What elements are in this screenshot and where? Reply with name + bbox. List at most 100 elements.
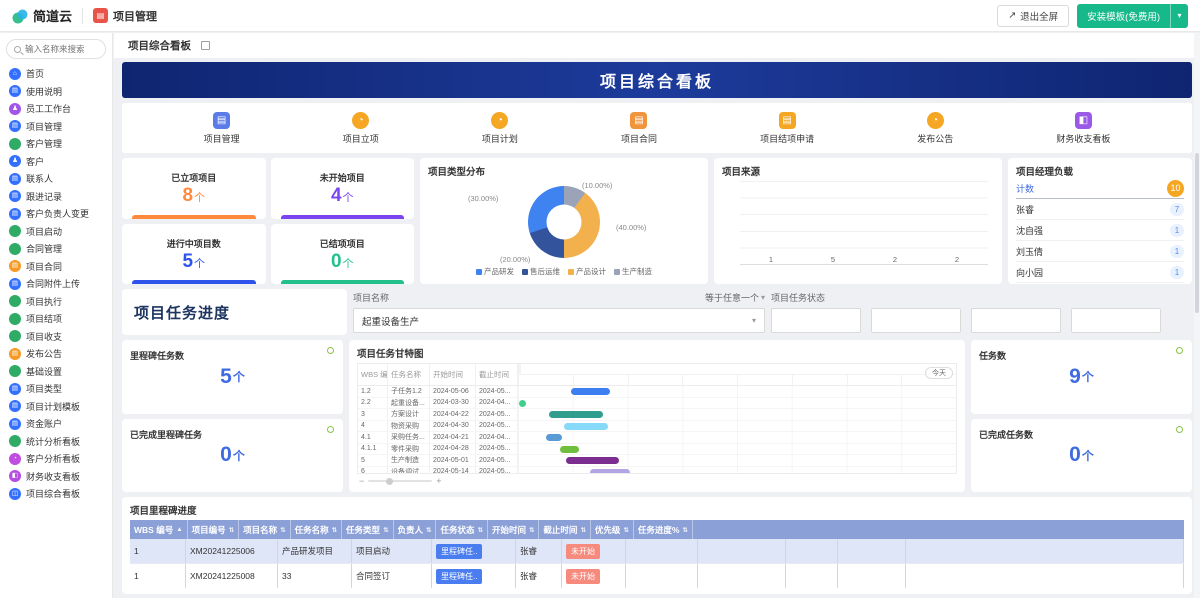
gantt-col-header[interactable]: 截止时间 xyxy=(476,364,518,385)
sort-icon[interactable]: ⇅ xyxy=(426,526,431,534)
gantt-bar[interactable] xyxy=(570,388,610,395)
install-template-button[interactable]: 安装模板(免费用) xyxy=(1077,3,1170,28)
table-column-header[interactable]: 优先级 ⇅ xyxy=(591,520,634,539)
table-column-header[interactable]: WBS 编号 ▲ xyxy=(130,520,188,539)
operator-dropdown[interactable]: 等于任意一个 ▾ xyxy=(705,291,765,304)
search-input[interactable] xyxy=(25,44,98,54)
gantt-row[interactable]: 6 设备调试 2024-05-14 2024-05... xyxy=(358,466,956,473)
project-name-select[interactable]: 起重设备生产 ▾ xyxy=(353,308,765,333)
quick-link[interactable]: ◔ 项目计划 xyxy=(482,111,518,145)
sidebar-item[interactable]: ▤ 项目合同 xyxy=(0,258,112,276)
zoom-in-icon[interactable]: + xyxy=(436,476,441,486)
quick-link[interactable]: ◔ 项目立项 xyxy=(343,111,379,145)
table-row[interactable]: 1 XM20241225008 33 合同签订 里程碑任.. 张睿 未开始 xyxy=(130,564,1184,588)
gantt-row[interactable]: 4.1 采购任务... 2024-04-21 2024-04... xyxy=(358,432,956,444)
sidebar-item[interactable]: ▤ 项目计划模板 xyxy=(0,398,112,416)
quick-link[interactable]: ▤ 项目结项申请 xyxy=(760,111,814,145)
table-column-header[interactable]: 负责人 ⇅ xyxy=(394,520,437,539)
sort-icon[interactable]: ⇅ xyxy=(383,526,388,534)
quick-link[interactable]: ▤ 项目管理 xyxy=(204,111,240,145)
sidebar-item[interactable]: ▤ 项目管理 xyxy=(0,118,112,136)
gantt-zoom-slider[interactable] xyxy=(368,477,433,485)
manager-row[interactable]: 张睿 7 xyxy=(1016,199,1184,220)
fullscreen-icon[interactable] xyxy=(201,41,210,50)
gantt-col-header[interactable]: WBS 编号 xyxy=(358,364,388,385)
sidebar-item[interactable]: ◧ 财务收支看板 xyxy=(0,468,112,486)
sidebar-item[interactable]: ⌂ 首页 xyxy=(0,65,112,83)
scrollbar-thumb[interactable] xyxy=(1195,153,1199,313)
gantt-row[interactable]: 1.2 子任务1.2 2024-05-06 2024-05... xyxy=(358,386,956,398)
gantt-bar[interactable] xyxy=(559,445,580,453)
sort-icon[interactable]: ⇅ xyxy=(529,526,534,534)
sidebar-item[interactable]: ▤ 客户负责人变更 xyxy=(0,205,112,223)
status-filter-button[interactable] xyxy=(871,308,961,333)
manager-row[interactable]: 刘玉倩 1 xyxy=(1016,241,1184,262)
tab-dashboard[interactable]: 项目综合看板 xyxy=(128,38,191,53)
sidebar-item[interactable]: 项目执行 xyxy=(0,293,112,311)
sidebar-item[interactable]: 合同管理 xyxy=(0,240,112,258)
sidebar-item[interactable]: 统计分析看板 xyxy=(0,433,112,451)
gantt-row[interactable]: 4 物资采购 2024-04-30 2024-05... xyxy=(358,420,956,432)
gantt-row[interactable]: 4.1.1 零件采购 2024-04-28 2024-05... xyxy=(358,443,956,455)
gantt-col-header[interactable]: 开始时间 xyxy=(430,364,476,385)
gantt-row[interactable]: 5 生产制造 2024-05-01 2024-05... xyxy=(358,455,956,467)
gantt-bar[interactable] xyxy=(590,468,630,473)
sidebar-search[interactable] xyxy=(6,39,106,59)
exit-fullscreen-button[interactable]: ↗ 退出全屏 xyxy=(997,4,1070,27)
manager-row[interactable]: 向小园 1 xyxy=(1016,262,1184,283)
table-column-header[interactable]: 项目编号 ⇅ xyxy=(188,520,240,539)
status-filter-button[interactable] xyxy=(1071,308,1161,333)
table-row[interactable]: 1 XM20241225006 产品研发项目 项目启动 里程碑任.. 张睿 未开… xyxy=(130,539,1184,564)
gantt-row[interactable]: 2.2 起重设备... 2024-03-30 2024-04... xyxy=(358,397,956,409)
gantt-col-header[interactable]: 任务名称 xyxy=(388,364,430,385)
zoom-out-icon[interactable]: − xyxy=(359,476,364,486)
sidebar-item[interactable]: 项目收支 xyxy=(0,328,112,346)
sort-icon[interactable]: ⇅ xyxy=(332,526,337,534)
sort-icon[interactable]: ⇅ xyxy=(229,526,234,534)
sidebar-item[interactable]: ▤ 跟进记录 xyxy=(0,188,112,206)
sidebar-item[interactable]: ▤ 使用说明 xyxy=(0,83,112,101)
table-column-header[interactable]: 截止时间 ⇅ xyxy=(539,520,591,539)
sidebar-item[interactable]: ▤ 联系人 xyxy=(0,170,112,188)
gantt-bar[interactable] xyxy=(566,457,619,464)
install-template-split-button[interactable]: 安装模板(免费用) ▾ xyxy=(1077,3,1188,28)
sidebar-item[interactable]: ♟ 员工工作台 xyxy=(0,100,112,118)
manager-row[interactable]: 沈自强 1 xyxy=(1016,220,1184,241)
quick-link[interactable]: ▤ 项目合同 xyxy=(621,111,657,145)
sidebar-item[interactable]: 客户管理 xyxy=(0,135,112,153)
sidebar-item[interactable]: 项目结项 xyxy=(0,310,112,328)
sidebar-item[interactable]: ▤ 项目类型 xyxy=(0,380,112,398)
sidebar-item[interactable]: ▤ 资金账户 xyxy=(0,415,112,433)
jiandaoyun-logo[interactable]: 简道云 xyxy=(12,6,72,25)
sort-icon[interactable]: ⇅ xyxy=(623,526,628,534)
sort-icon[interactable]: ▲ xyxy=(176,526,182,533)
sidebar-item[interactable]: 基础设置 xyxy=(0,363,112,381)
sort-icon[interactable]: ⇅ xyxy=(280,526,285,534)
status-filter-button[interactable] xyxy=(771,308,861,333)
gantt-row[interactable]: 3 方案设计 2024-04-22 2024-05... xyxy=(358,409,956,421)
table-column-header[interactable]: 任务类型 ⇅ xyxy=(342,520,394,539)
sidebar-item[interactable]: ◔ 客户分析看板 xyxy=(0,450,112,468)
manager-load-header-row[interactable]: 计数 10 xyxy=(1016,178,1184,199)
table-column-header[interactable]: 任务进度% ⇅ xyxy=(634,520,693,539)
quick-link[interactable]: ◔ 发布公告 xyxy=(917,111,953,145)
sidebar-item[interactable]: ▤ 合同附件上传 xyxy=(0,275,112,293)
gantt-bar[interactable] xyxy=(548,411,604,418)
sidebar-item[interactable]: ♟ 客户 xyxy=(0,153,112,171)
slider-knob[interactable] xyxy=(386,477,394,485)
table-column-header[interactable]: 项目名称 ⇅ xyxy=(239,520,291,539)
gantt-bar[interactable] xyxy=(546,434,562,441)
gantt-bar[interactable] xyxy=(563,422,608,430)
sidebar-item[interactable]: ▤ 发布公告 xyxy=(0,345,112,363)
install-template-caret[interactable]: ▾ xyxy=(1170,3,1188,28)
gantt-bar[interactable] xyxy=(519,399,527,407)
sidebar-item[interactable]: 项目启动 xyxy=(0,223,112,241)
sort-icon[interactable]: ⇅ xyxy=(682,526,687,534)
quick-link[interactable]: ◧ 财务收支看板 xyxy=(1056,111,1110,145)
today-button[interactable]: 今天 xyxy=(925,367,953,379)
sort-icon[interactable]: ⇅ xyxy=(478,526,483,534)
table-column-header[interactable]: 任务状态 ⇅ xyxy=(436,520,488,539)
sidebar-item[interactable]: ◫ 项目综合看板 xyxy=(0,485,112,503)
sort-icon[interactable]: ⇅ xyxy=(580,526,585,534)
status-filter-button[interactable] xyxy=(971,308,1061,333)
